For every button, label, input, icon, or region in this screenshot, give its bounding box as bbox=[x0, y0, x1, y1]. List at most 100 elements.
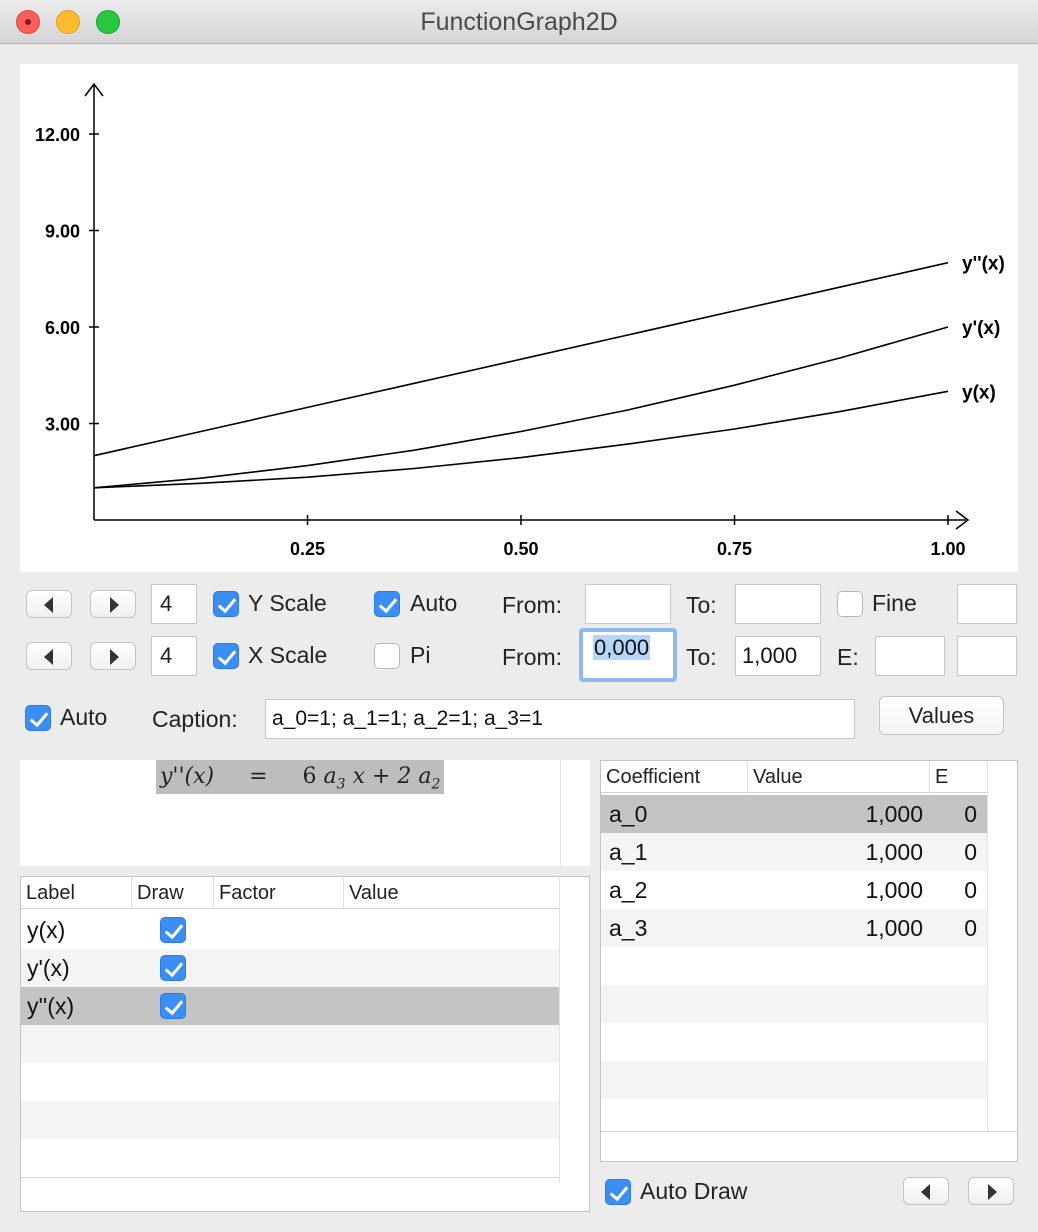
caption-field[interactable]: a_0=1; a_1=1; a_2=1; a_3=1 bbox=[265, 699, 855, 739]
formula-a2: a bbox=[418, 764, 432, 789]
y-tick-label: 6.00 bbox=[45, 318, 80, 338]
x-tick-label: 0.75 bbox=[717, 539, 752, 559]
coeff-e: 0 bbox=[964, 801, 977, 827]
col-coeff-value[interactable]: Value bbox=[747, 761, 929, 793]
col-value[interactable]: Value bbox=[343, 877, 557, 909]
x-scale-checkbox[interactable] bbox=[213, 643, 239, 669]
series-line-0 bbox=[93, 390, 949, 489]
empty-row bbox=[21, 1025, 559, 1063]
col-draw[interactable]: Draw bbox=[131, 877, 213, 909]
formula-lhs: y''(x) bbox=[160, 764, 215, 789]
title-bar: FunctionGraph2D bbox=[0, 0, 1038, 44]
row-label: y''(x) bbox=[27, 993, 75, 1019]
y-extra-field[interactable] bbox=[957, 584, 1017, 624]
coeff-name: a_2 bbox=[609, 877, 648, 903]
horizontal-scrollbar[interactable] bbox=[601, 1131, 1017, 1161]
y-auto-checkbox[interactable] bbox=[374, 591, 400, 617]
x-to-label: To: bbox=[686, 644, 717, 670]
x-steps-field[interactable]: 4 bbox=[151, 636, 197, 676]
right-arrow-icon bbox=[110, 649, 119, 665]
y-steps-field[interactable]: 4 bbox=[151, 584, 197, 624]
x-tick-label: 0.50 bbox=[503, 539, 538, 559]
series-line-2 bbox=[93, 261, 949, 457]
y-to-label: To: bbox=[686, 592, 717, 618]
formula-a3-sub: 3 bbox=[336, 776, 346, 793]
draw-checkbox[interactable] bbox=[160, 917, 186, 943]
x-steps-increment-button[interactable] bbox=[90, 642, 136, 670]
app-window: FunctionGraph2D 0.25 0.50 0.75 1.00 3.00 6.00… bbox=[0, 0, 1038, 1232]
y-scale-checkbox[interactable] bbox=[213, 591, 239, 617]
formula-a3: a bbox=[323, 764, 337, 789]
values-button[interactable]: Values bbox=[879, 696, 1004, 735]
series-label: y''(x) bbox=[962, 254, 1005, 275]
coeff-e: 0 bbox=[964, 839, 977, 865]
left-arrow-icon bbox=[44, 597, 53, 613]
series-line-1 bbox=[93, 326, 949, 489]
functions-table: Label Draw Factor Value y(x) y'(x) y''(x… bbox=[20, 876, 590, 1212]
e-field[interactable] bbox=[875, 636, 945, 676]
y-from-field[interactable] bbox=[585, 584, 671, 624]
pi-checkbox[interactable] bbox=[374, 643, 400, 669]
pi-label: Pi bbox=[410, 642, 431, 668]
series-label: y'(x) bbox=[962, 318, 1000, 339]
coeff-value: 1,000 bbox=[865, 839, 923, 865]
caption-label: Caption: bbox=[152, 706, 238, 732]
previous-button[interactable] bbox=[903, 1177, 949, 1205]
functions-table-scrollbar[interactable] bbox=[559, 877, 589, 1183]
y-steps-increment-button[interactable] bbox=[90, 590, 136, 618]
x-from-field[interactable]: 0,000 bbox=[579, 628, 677, 682]
col-e[interactable]: E bbox=[929, 761, 985, 793]
row-label: y'(x) bbox=[27, 955, 70, 981]
y-steps-decrement-button[interactable] bbox=[26, 590, 72, 618]
formula-a2-sub: 2 bbox=[431, 776, 441, 793]
y-scale-label: Y Scale bbox=[248, 590, 327, 616]
x-tick-label: 0.25 bbox=[290, 539, 325, 559]
empty-row bbox=[21, 1177, 559, 1211]
coefficients-table-header: Coefficient Value E bbox=[601, 761, 1017, 793]
table-row[interactable]: y'(x) bbox=[21, 949, 559, 987]
y-to-field[interactable] bbox=[735, 584, 821, 624]
graph-canvas: 0.25 0.50 0.75 1.00 3.00 6.00 9.00 12.00 y(x) y'(… bbox=[35, 82, 1005, 559]
y-auto-label: Auto bbox=[410, 590, 458, 616]
formula-scrollbar[interactable] bbox=[560, 760, 590, 866]
table-row[interactable]: a_1 1,000 0 bbox=[601, 833, 987, 871]
table-row[interactable]: a_0 1,000 0 bbox=[601, 795, 987, 833]
x-scale-label: X Scale bbox=[248, 642, 328, 668]
table-row[interactable]: a_3 1,000 0 bbox=[601, 909, 987, 947]
coeff-e: 0 bbox=[964, 877, 977, 903]
coefficients-table-scrollbar[interactable] bbox=[987, 761, 1017, 1131]
x-tick-label: 1.00 bbox=[930, 539, 965, 559]
y-tick-label: 3.00 bbox=[45, 415, 80, 435]
formula-text: y''(x) = 6 a3 x + 2 a2 bbox=[156, 760, 445, 794]
auto-draw-checkbox[interactable] bbox=[605, 1179, 631, 1205]
formula-display: y''(x) = 6 a3 x + 2 a2 bbox=[20, 760, 560, 866]
right-arrow-icon bbox=[988, 1184, 997, 1200]
formula-equals: = bbox=[249, 764, 268, 789]
caption-auto-label: Auto bbox=[60, 704, 108, 730]
coeff-e: 0 bbox=[964, 915, 977, 941]
col-label[interactable]: Label bbox=[21, 877, 131, 909]
col-factor[interactable]: Factor bbox=[213, 877, 343, 909]
draw-checkbox[interactable] bbox=[160, 993, 186, 1019]
auto-draw-label: Auto Draw bbox=[640, 1178, 748, 1204]
x-steps-decrement-button[interactable] bbox=[26, 642, 72, 670]
coeff-name: a_1 bbox=[609, 839, 648, 865]
window-title: FunctionGraph2D bbox=[420, 8, 618, 36]
left-arrow-icon bbox=[44, 649, 53, 665]
left-arrow-icon bbox=[921, 1184, 930, 1200]
table-row[interactable]: y''(x) bbox=[21, 987, 559, 1025]
col-coefficient[interactable]: Coefficient bbox=[601, 761, 747, 793]
next-button[interactable] bbox=[968, 1177, 1014, 1205]
e-label: E: bbox=[837, 644, 859, 670]
empty-row bbox=[601, 1061, 987, 1099]
fine-label: Fine bbox=[872, 590, 917, 616]
x-extra-field[interactable] bbox=[957, 636, 1017, 676]
coeff-value: 1,000 bbox=[865, 801, 923, 827]
x-to-field[interactable]: 1,000 bbox=[735, 636, 821, 676]
draw-checkbox[interactable] bbox=[160, 955, 186, 981]
right-arrow-icon bbox=[110, 597, 119, 613]
table-row[interactable]: a_2 1,000 0 bbox=[601, 871, 987, 909]
caption-auto-checkbox[interactable] bbox=[25, 705, 51, 731]
fine-checkbox[interactable] bbox=[837, 591, 863, 617]
table-row[interactable]: y(x) bbox=[21, 911, 559, 949]
